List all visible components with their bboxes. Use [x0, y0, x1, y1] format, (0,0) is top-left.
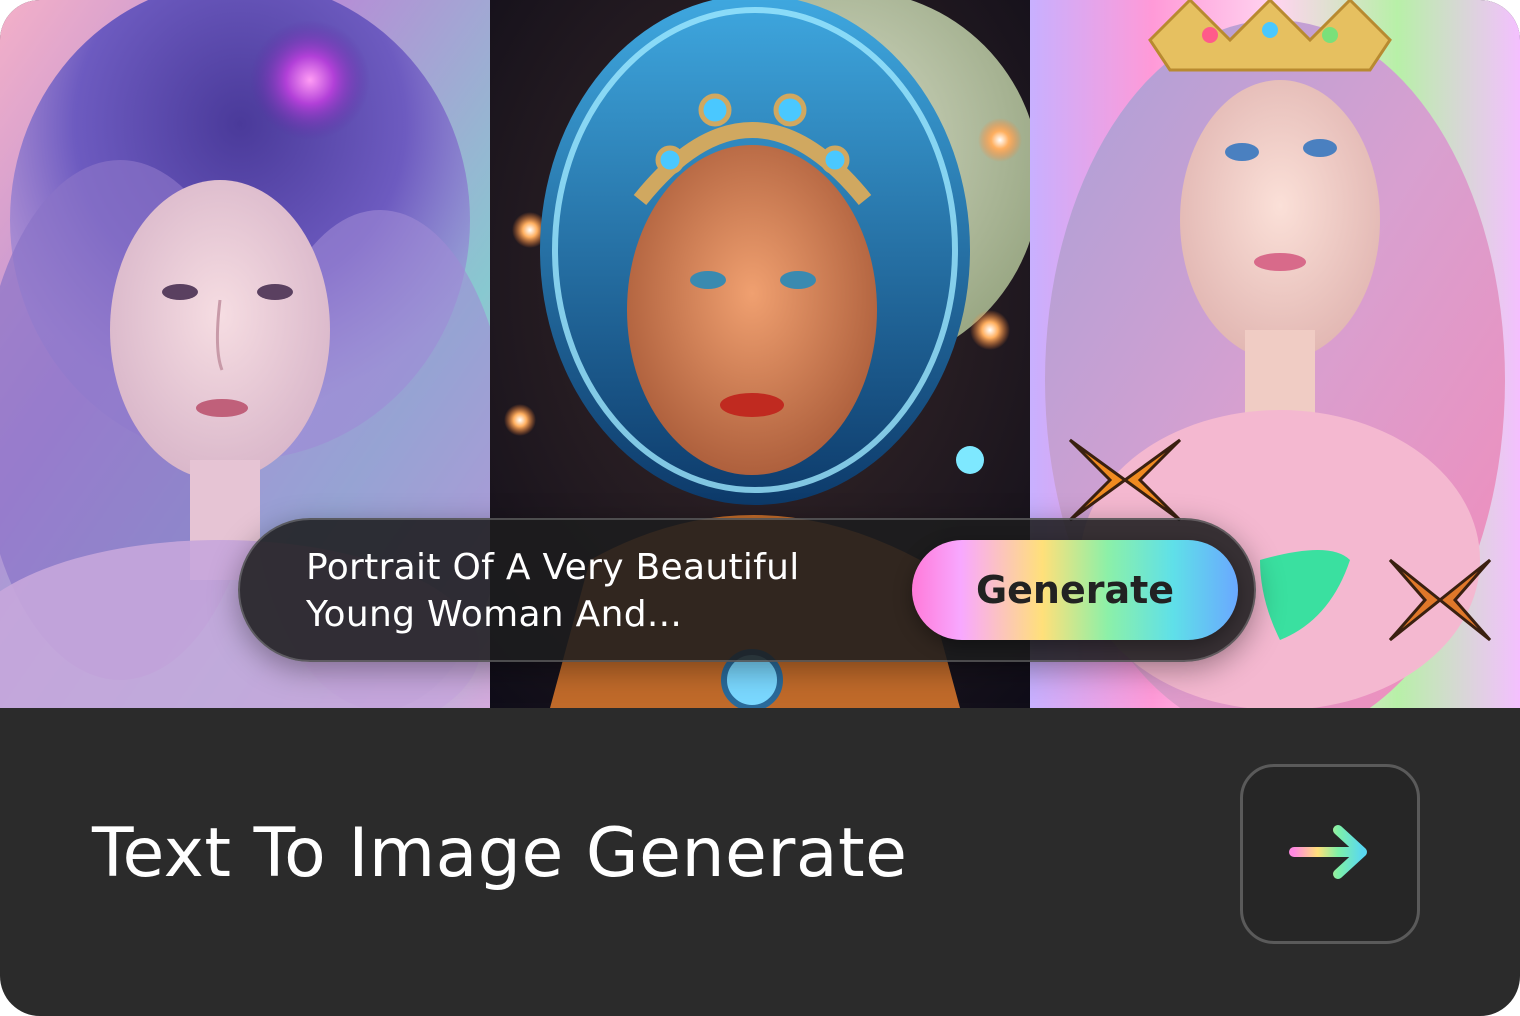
open-feature-button[interactable] — [1240, 764, 1420, 944]
arrow-right-icon — [1288, 822, 1372, 887]
generate-button[interactable]: Generate — [912, 540, 1238, 640]
prompt-bar[interactable]: Portrait Of A Very Beautiful Young Woman… — [238, 518, 1256, 662]
feature-card[interactable]: Portrait Of A Very Beautiful Young Woman… — [0, 0, 1520, 1016]
generate-button-label: Generate — [975, 568, 1175, 612]
prompt-text-line-2: Young Woman And... — [306, 594, 683, 635]
image-gallery: Portrait Of A Very Beautiful Young Woman… — [0, 0, 1520, 708]
prompt-text[interactable]: Portrait Of A Very Beautiful Young Woman… — [306, 544, 876, 638]
card-title: Text To Image Generate — [92, 814, 908, 893]
prompt-text-line-1: Portrait Of A Very Beautiful — [306, 547, 800, 588]
